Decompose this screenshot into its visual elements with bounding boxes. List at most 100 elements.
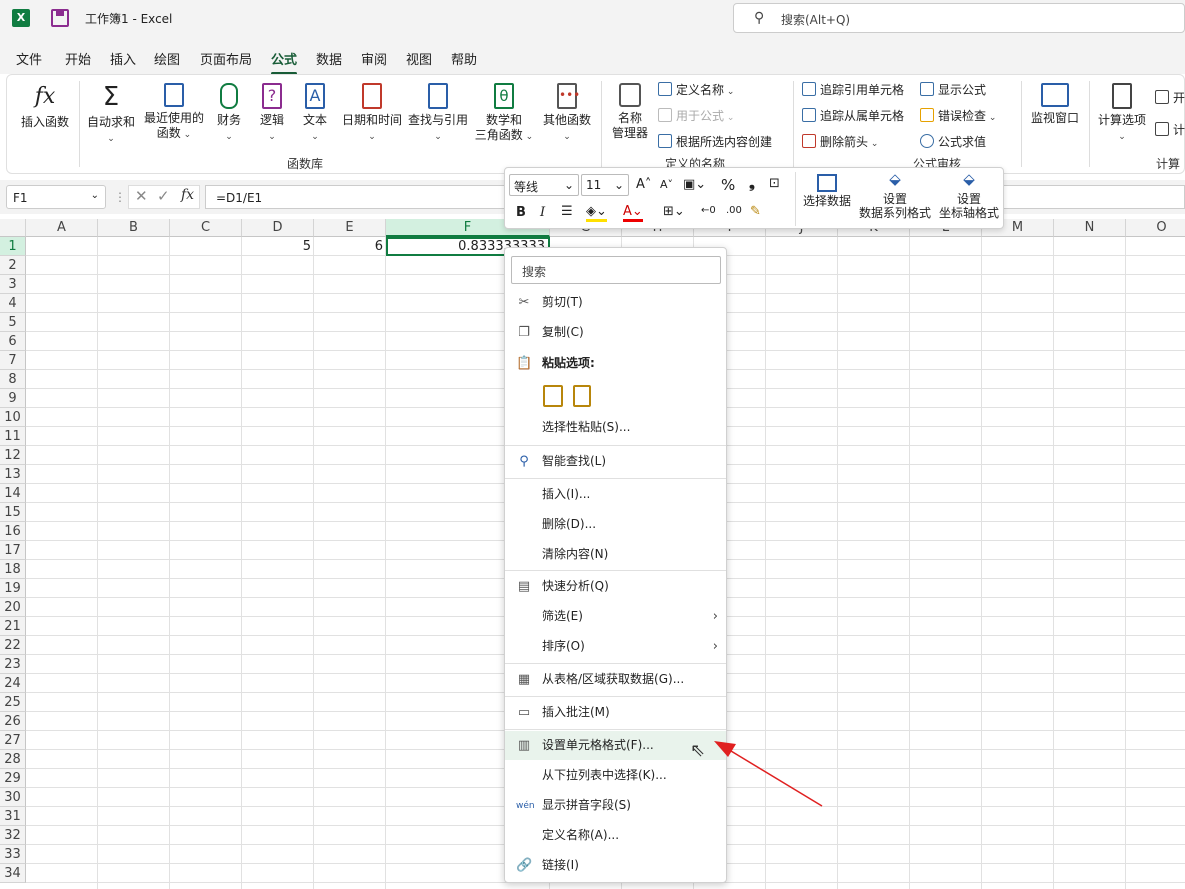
- calc-sheet-button[interactable]: 计: [1155, 121, 1185, 138]
- select-data-button[interactable]: 选择数据: [801, 174, 853, 208]
- enter-icon[interactable]: ✓: [157, 187, 170, 205]
- insert-comment-item[interactable]: ▭ 插入批注(M): [505, 698, 726, 727]
- recent-functions-button[interactable]: 最近使用的 函数 ⌄: [141, 83, 207, 143]
- column-header-d[interactable]: D: [242, 219, 314, 237]
- column-header-c[interactable]: C: [170, 219, 242, 237]
- cut-item[interactable]: ✂ 剪切(T): [505, 288, 726, 317]
- format-painter-icon[interactable]: ✎: [750, 204, 761, 219]
- clear-contents-item[interactable]: 清除内容(N): [505, 540, 726, 569]
- row-header-12[interactable]: 12: [0, 446, 26, 465]
- font-size-select[interactable]: 11 ⌄: [581, 174, 629, 196]
- row-header-7[interactable]: 7: [0, 351, 26, 370]
- insert-function-icon[interactable]: fx: [181, 187, 194, 203]
- define-name-button[interactable]: 定义名称 ⌄: [658, 81, 734, 98]
- save-icon[interactable]: [51, 9, 69, 27]
- calc-options-button[interactable]: 计算选项 ⌄: [1093, 83, 1151, 145]
- row-header-15[interactable]: 15: [0, 503, 26, 522]
- tab-insert[interactable]: 插入: [110, 49, 136, 68]
- row-header-21[interactable]: 21: [0, 617, 26, 636]
- paste-special-item[interactable]: 选择性粘贴(S)...: [505, 413, 726, 442]
- sort-item[interactable]: 排序(O) ›: [505, 632, 726, 661]
- row-header-26[interactable]: 26: [0, 712, 26, 731]
- math-button[interactable]: θ 数学和 三角函数 ⌄: [473, 83, 535, 145]
- trace-dependents-button[interactable]: 追踪从属单元格: [802, 107, 904, 124]
- column-header-o[interactable]: O: [1126, 219, 1185, 237]
- name-manager-button[interactable]: 名称 管理器: [605, 83, 655, 141]
- more-icon[interactable]: ⋮: [114, 190, 126, 204]
- fill-color-icon[interactable]: ◈⌄: [586, 204, 607, 222]
- row-header-11[interactable]: 11: [0, 427, 26, 446]
- logical-button[interactable]: ? 逻辑 ⌄: [254, 83, 290, 145]
- cell-e1[interactable]: 6: [314, 237, 386, 256]
- row-header-28[interactable]: 28: [0, 750, 26, 769]
- tab-home[interactable]: 开始: [65, 49, 91, 68]
- align-center-icon[interactable]: ☰: [561, 204, 573, 219]
- row-header-10[interactable]: 10: [0, 408, 26, 427]
- row-header-30[interactable]: 30: [0, 788, 26, 807]
- column-header-a[interactable]: A: [26, 219, 98, 237]
- remove-arrows-button[interactable]: 删除箭头 ⌄: [802, 133, 878, 150]
- evaluate-formula-button[interactable]: 公式求值: [920, 133, 986, 150]
- calc-now-button[interactable]: 开: [1155, 89, 1185, 106]
- font-select[interactable]: 等线 ⌄: [509, 174, 579, 196]
- row-header-2[interactable]: 2: [0, 256, 26, 275]
- row-header-8[interactable]: 8: [0, 370, 26, 389]
- define-name-item[interactable]: 定义名称(A)...: [505, 821, 726, 850]
- row-header-23[interactable]: 23: [0, 655, 26, 674]
- use-in-formula-button[interactable]: 用于公式 ⌄: [658, 107, 734, 124]
- cell-d1[interactable]: 5: [242, 237, 314, 256]
- search-input[interactable]: ⚲ 搜索(Alt+Q): [733, 3, 1185, 33]
- text-button[interactable]: A 文本 ⌄: [297, 83, 333, 145]
- tab-view[interactable]: 视图: [406, 49, 432, 68]
- row-header-24[interactable]: 24: [0, 674, 26, 693]
- error-checking-button[interactable]: 错误检查 ⌄: [920, 107, 996, 124]
- row-header-27[interactable]: 27: [0, 731, 26, 750]
- column-header-b[interactable]: B: [98, 219, 170, 237]
- more-functions-button[interactable]: ••• 其他函数 ⌄: [539, 83, 595, 145]
- tab-file[interactable]: 文件: [16, 49, 42, 68]
- create-from-selection-button[interactable]: 根据所选内容创建: [658, 133, 772, 150]
- row-header-17[interactable]: 17: [0, 541, 26, 560]
- increase-decimal-icon[interactable]: .00: [726, 205, 742, 216]
- tab-page-layout[interactable]: 页面布局: [200, 49, 252, 68]
- row-header-29[interactable]: 29: [0, 769, 26, 788]
- grow-font-icon[interactable]: A˄: [636, 177, 651, 192]
- percent-icon[interactable]: %: [721, 176, 735, 194]
- font-color-icon[interactable]: A⌄: [623, 204, 643, 222]
- comma-icon[interactable]: ❟: [749, 174, 755, 192]
- row-header-25[interactable]: 25: [0, 693, 26, 712]
- financial-button[interactable]: 财务 ⌄: [211, 83, 247, 145]
- column-header-n[interactable]: N: [1054, 219, 1126, 237]
- autosum-button[interactable]: Σ 自动求和 ⌄: [83, 83, 139, 147]
- tab-help[interactable]: 帮助: [451, 49, 477, 68]
- tab-review[interactable]: 审阅: [361, 49, 387, 68]
- row-header-32[interactable]: 32: [0, 826, 26, 845]
- tab-formulas[interactable]: 公式: [271, 49, 298, 75]
- row-header-19[interactable]: 19: [0, 579, 26, 598]
- context-search-input[interactable]: 搜索: [511, 256, 721, 284]
- row-header-16[interactable]: 16: [0, 522, 26, 541]
- trace-precedents-button[interactable]: 追踪引用单元格: [802, 81, 904, 98]
- tab-draw[interactable]: 绘图: [154, 49, 180, 68]
- smart-lookup-item[interactable]: ⚲ 智能查找(L): [505, 447, 726, 476]
- phonetic-item[interactable]: wén 显示拼音字段(S): [505, 791, 726, 820]
- tab-data[interactable]: 数据: [316, 49, 342, 68]
- link-item[interactable]: 🔗 链接(I): [505, 851, 726, 880]
- delete-item[interactable]: 删除(D)...: [505, 510, 726, 539]
- filter-item[interactable]: 筛选(E) ›: [505, 602, 726, 631]
- row-header-1[interactable]: 1: [0, 237, 26, 256]
- insert-item[interactable]: 插入(I)...: [505, 480, 726, 509]
- select-all-corner[interactable]: [0, 219, 26, 237]
- merge-center-icon[interactable]: ⊡: [769, 176, 780, 191]
- row-header-33[interactable]: 33: [0, 845, 26, 864]
- format-axis-button[interactable]: ⬙ 设置 坐标轴格式: [937, 172, 1001, 221]
- quick-analysis-item[interactable]: ▤ 快速分析(Q): [505, 572, 726, 601]
- row-header-14[interactable]: 14: [0, 484, 26, 503]
- italic-icon[interactable]: I: [540, 205, 545, 220]
- paste-format-icon[interactable]: [543, 385, 563, 407]
- name-box[interactable]: F1 ⌄: [6, 185, 106, 209]
- insert-function-button[interactable]: fx 插入函数: [15, 83, 75, 130]
- row-header-20[interactable]: 20: [0, 598, 26, 617]
- get-data-item[interactable]: ▦ 从表格/区域获取数据(G)...: [505, 665, 726, 694]
- row-header-6[interactable]: 6: [0, 332, 26, 351]
